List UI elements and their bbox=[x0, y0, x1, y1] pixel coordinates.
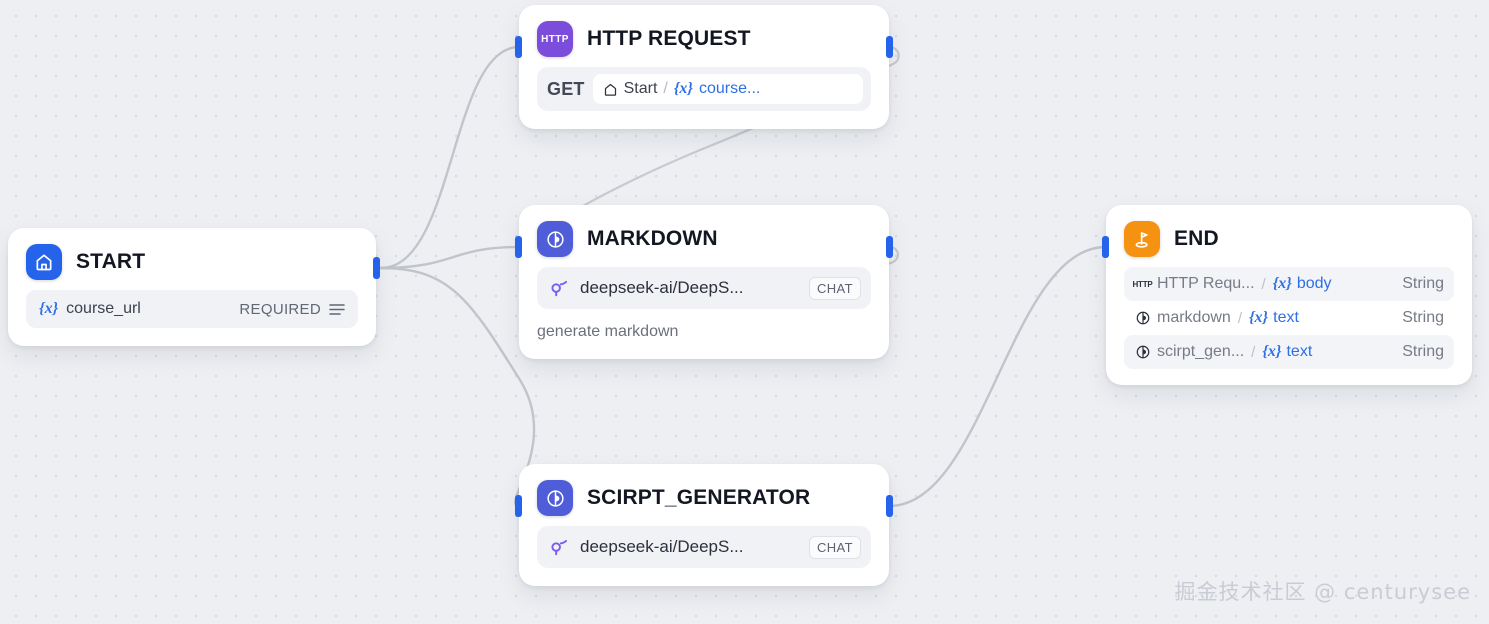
start-variable-row[interactable]: {x} course_url REQUIRED bbox=[26, 290, 358, 328]
end-output-row[interactable]: scirpt_gen... / {x} text String bbox=[1124, 335, 1454, 369]
workflow-canvas[interactable]: START {x} course_url REQUIRED HTTP HTTP … bbox=[0, 0, 1489, 624]
scirpt-input-handle[interactable] bbox=[515, 495, 522, 517]
end-output-variable: body bbox=[1296, 275, 1332, 292]
watermark: 掘金技术社区 @ centurysee bbox=[1174, 580, 1471, 604]
end-output-token: {x} bbox=[1248, 309, 1269, 326]
llm-icon bbox=[537, 480, 573, 516]
node-start[interactable]: START {x} course_url REQUIRED bbox=[8, 228, 380, 346]
http-method-row[interactable]: GET Start / {x} course... bbox=[537, 67, 871, 111]
end-output-token: {x} bbox=[1272, 275, 1292, 292]
end-output-separator: / bbox=[1237, 309, 1242, 327]
end-output-variable: text bbox=[1286, 343, 1313, 360]
node-start-body: {x} course_url REQUIRED bbox=[8, 290, 376, 346]
required-label: REQUIRED bbox=[239, 300, 321, 318]
llm-icon bbox=[537, 221, 573, 257]
scirpt-output-handle[interactable] bbox=[886, 495, 893, 517]
end-output-separator: / bbox=[1261, 275, 1266, 293]
http-url-separator: / bbox=[663, 80, 668, 97]
http-mini-icon: HTTP bbox=[1132, 279, 1153, 289]
markdown-input-handle[interactable] bbox=[515, 236, 522, 258]
http-url-input[interactable]: Start / {x} course... bbox=[592, 74, 863, 104]
scirpt-model-badge: CHAT bbox=[808, 535, 861, 559]
llm-mini-icon bbox=[1133, 309, 1152, 328]
http-icon-label: HTTP bbox=[541, 33, 569, 45]
end-output-row[interactable]: markdown / {x} text String bbox=[1124, 301, 1454, 335]
node-scirpt-body: deepseek-ai/DeepS... CHAT bbox=[519, 526, 889, 586]
node-start-header: START bbox=[8, 228, 376, 290]
markdown-description: generate markdown bbox=[537, 323, 679, 340]
markdown-model-badge: CHAT bbox=[808, 276, 861, 300]
variable-token-icon: {x} bbox=[39, 300, 59, 317]
markdown-model-row[interactable]: deepseek-ai/DeepS... CHAT bbox=[537, 267, 871, 309]
end-output-source: HTTP Requ... bbox=[1157, 275, 1255, 292]
node-markdown[interactable]: MARKDOWN deepseek-ai/DeepS... CHAT gener… bbox=[515, 205, 893, 359]
start-variable-name: course_url bbox=[66, 300, 141, 317]
node-markdown-title: MARKDOWN bbox=[587, 227, 718, 250]
edge-start-to-scirpt bbox=[379, 266, 536, 508]
scirpt-model-name: deepseek-ai/DeepS... bbox=[580, 537, 744, 556]
http-url-variable-token: {x} bbox=[673, 80, 693, 97]
http-input-handle[interactable] bbox=[515, 36, 522, 58]
edge-scirpt-to-end bbox=[887, 245, 1108, 508]
node-end-body: HTTP HTTP Requ... / {x} body String mark… bbox=[1106, 267, 1472, 385]
end-output-type: String bbox=[1402, 309, 1444, 326]
http-output-handle[interactable] bbox=[886, 36, 893, 58]
node-http-body: GET Start / {x} course... bbox=[519, 67, 889, 129]
node-end-title: END bbox=[1174, 227, 1219, 250]
edge-start-to-http bbox=[379, 45, 521, 270]
http-url-variable: course... bbox=[699, 80, 761, 97]
node-scirpt-header: SCIRPT_GENERATOR bbox=[519, 464, 889, 526]
llm-mini-icon bbox=[1133, 343, 1152, 362]
goal-flag-icon bbox=[1124, 221, 1160, 257]
end-output-type: String bbox=[1402, 275, 1444, 292]
end-output-token: {x} bbox=[1262, 343, 1282, 360]
node-end-header: END bbox=[1106, 205, 1472, 267]
edge-start-to-markdown bbox=[379, 245, 521, 270]
markdown-model-name: deepseek-ai/DeepS... bbox=[580, 278, 744, 297]
deepseek-icon bbox=[549, 278, 570, 299]
end-output-row[interactable]: HTTP HTTP Requ... / {x} body String bbox=[1124, 267, 1454, 301]
end-input-handle[interactable] bbox=[1102, 236, 1109, 258]
home-icon bbox=[26, 244, 62, 280]
start-variable-meta: REQUIRED bbox=[239, 301, 345, 318]
node-http-title: HTTP REQUEST bbox=[587, 27, 751, 50]
http-url-source-label: Start bbox=[623, 80, 658, 97]
deepseek-icon bbox=[549, 537, 570, 558]
scirpt-model-row[interactable]: deepseek-ai/DeepS... CHAT bbox=[537, 526, 871, 568]
text-lines-icon bbox=[329, 303, 345, 316]
node-http-header: HTTP HTTP REQUEST bbox=[519, 5, 889, 67]
node-scirpt-generator[interactable]: SCIRPT_GENERATOR deepseek-ai/DeepS... CH… bbox=[515, 464, 893, 586]
http-icon: HTTP bbox=[537, 21, 573, 57]
node-http-request[interactable]: HTTP HTTP REQUEST GET Start / {x} course… bbox=[515, 5, 893, 129]
end-output-variable: text bbox=[1273, 309, 1299, 326]
end-output-source: markdown bbox=[1157, 309, 1231, 326]
http-method-label: GET bbox=[547, 78, 585, 99]
node-markdown-header: MARKDOWN bbox=[519, 205, 889, 267]
node-start-title: START bbox=[76, 250, 146, 273]
end-output-source: scirpt_gen... bbox=[1157, 343, 1245, 360]
markdown-output-handle[interactable] bbox=[886, 236, 893, 258]
node-end[interactable]: END HTTP HTTP Requ... / {x} body String bbox=[1102, 205, 1472, 385]
end-output-separator: / bbox=[1251, 343, 1256, 361]
start-output-handle[interactable] bbox=[373, 257, 380, 279]
end-output-type: String bbox=[1402, 343, 1444, 360]
node-scirpt-title: SCIRPT_GENERATOR bbox=[587, 486, 811, 509]
node-markdown-body: deepseek-ai/DeepS... CHAT generate markd… bbox=[519, 267, 889, 359]
home-icon bbox=[603, 82, 618, 97]
